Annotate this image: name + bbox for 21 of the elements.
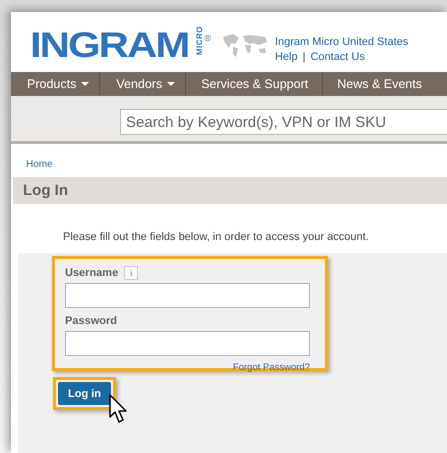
forgot-password-link[interactable]: Forgot Password? <box>232 362 310 373</box>
logo-submark: MICRO <box>196 26 204 56</box>
cursor-icon <box>109 394 129 424</box>
breadcrumb-link[interactable]: Home <box>26 159 53 177</box>
input-field[interactable] <box>65 331 310 356</box>
contact-link[interactable]: Contact Us <box>310 50 365 65</box>
field-label: Password <box>65 314 117 326</box>
page-title: Log In <box>13 177 447 204</box>
registered-mark: ® <box>204 34 211 43</box>
search-field[interactable]: Search by Keyword(s), VPN or IM SKU <box>120 109 447 135</box>
logo-wordmark: INGRAM <box>30 27 188 63</box>
info-icon[interactable]: i <box>124 266 138 280</box>
field-label: Username <box>65 266 118 278</box>
link-separator: | <box>302 50 306 65</box>
input-field[interactable] <box>65 283 310 308</box>
nav-menu-item[interactable]: News & Events <box>323 72 422 96</box>
instruction-text: Please fill out the fields below, in order to access your account. <box>63 231 370 245</box>
help-link[interactable]: Help <box>274 50 298 65</box>
login-button[interactable]: Log in <box>58 382 111 405</box>
world-map-icon <box>220 32 269 58</box>
region-link[interactable]: Ingram Micro United States <box>274 35 408 50</box>
